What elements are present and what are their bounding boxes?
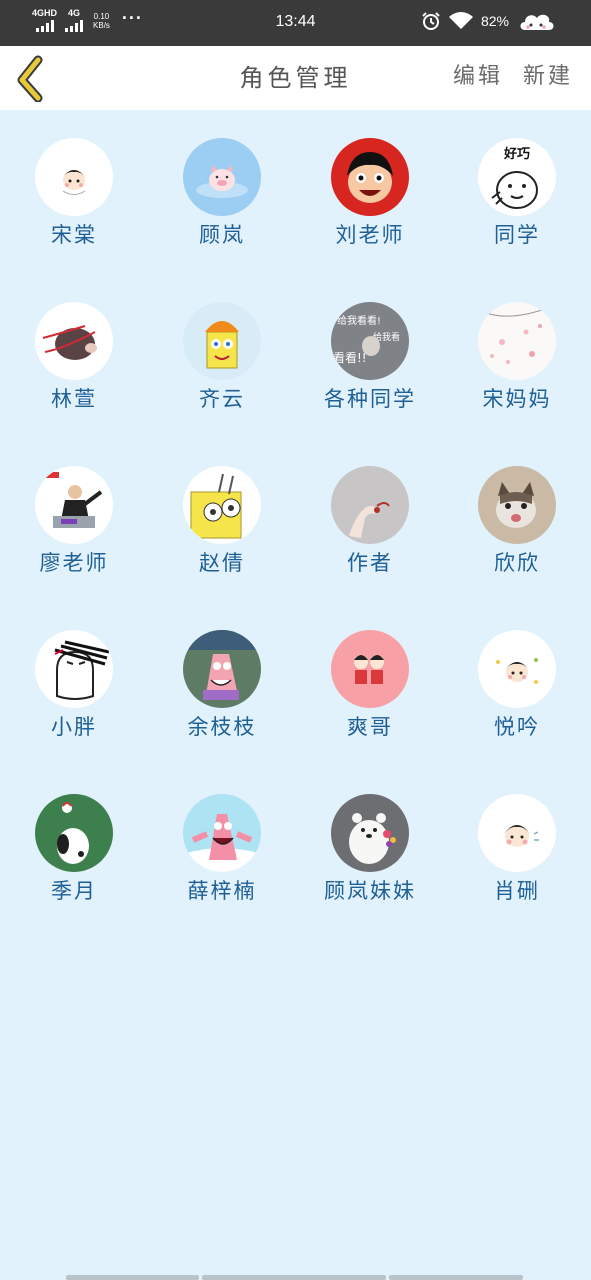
character-item[interactable]: 薛梓楠 bbox=[148, 766, 296, 930]
avatar-image bbox=[183, 630, 261, 708]
avatar-image bbox=[478, 302, 556, 380]
avatar: 好巧 bbox=[478, 138, 556, 216]
character-item[interactable]: 宋棠 bbox=[0, 110, 148, 274]
character-name: 薛梓楠 bbox=[187, 879, 257, 903]
character-name: 同学 bbox=[494, 223, 540, 247]
avatar bbox=[478, 466, 556, 544]
avatar bbox=[183, 794, 261, 872]
avatar bbox=[331, 466, 409, 544]
character-name: 刘老师 bbox=[335, 223, 405, 247]
character-name: 肖硎 bbox=[494, 879, 540, 903]
avatar bbox=[331, 794, 409, 872]
nav-bar: 角色管理 编辑 新建 bbox=[0, 46, 591, 110]
avatar-image: 给我看看!给我看看看!! bbox=[331, 302, 409, 380]
character-item[interactable]: 作者 bbox=[296, 438, 444, 602]
cloud-icon bbox=[520, 14, 554, 30]
avatar-image bbox=[183, 302, 261, 380]
avatar-image bbox=[183, 466, 261, 544]
edit-button[interactable]: 编辑 bbox=[453, 58, 503, 90]
wifi-icon bbox=[448, 12, 473, 29]
avatar-image bbox=[478, 794, 556, 872]
status-bar: 4GHD 4G 0.10 KB/s ··· 13:44 82% bbox=[0, 0, 591, 46]
avatar bbox=[331, 630, 409, 708]
character-item[interactable]: 爽哥 bbox=[296, 602, 444, 766]
back-button[interactable] bbox=[14, 54, 50, 103]
character-name: 齐云 bbox=[199, 387, 245, 411]
character-item[interactable]: 欣欣 bbox=[443, 438, 591, 602]
character-item[interactable]: 小胖 bbox=[0, 602, 148, 766]
avatar bbox=[35, 466, 113, 544]
character-item[interactable]: 刘老师 bbox=[296, 110, 444, 274]
character-name: 顾岚 bbox=[199, 223, 245, 247]
avatar-image bbox=[35, 302, 113, 380]
character-item[interactable]: 宋妈妈 bbox=[443, 274, 591, 438]
avatar-image bbox=[35, 138, 113, 216]
avatar-image bbox=[35, 794, 113, 872]
avatar bbox=[35, 302, 113, 380]
avatar-image bbox=[183, 794, 261, 872]
avatar-image bbox=[331, 138, 409, 216]
avatar-image bbox=[478, 630, 556, 708]
alarm-icon bbox=[422, 12, 440, 30]
character-item[interactable]: 余枝枝 bbox=[148, 602, 296, 766]
status-right: 82% bbox=[421, 10, 555, 32]
avatar-image bbox=[331, 466, 409, 544]
avatar bbox=[183, 302, 261, 380]
avatar bbox=[183, 138, 261, 216]
home-indicator bbox=[66, 1275, 526, 1280]
avatar-image bbox=[478, 466, 556, 544]
svg-text:给我看看!: 给我看看! bbox=[337, 314, 381, 327]
character-name: 廖老师 bbox=[39, 551, 109, 575]
character-item[interactable]: 廖老师 bbox=[0, 438, 148, 602]
character-item[interactable]: 顾岚妹妹 bbox=[296, 766, 444, 930]
avatar-image: 好巧 bbox=[478, 138, 556, 216]
avatar bbox=[478, 630, 556, 708]
avatar bbox=[35, 138, 113, 216]
character-name: 赵倩 bbox=[199, 551, 245, 575]
avatar bbox=[478, 794, 556, 872]
character-item[interactable]: 给我看看! 给我看 看看!! 各种同学 bbox=[296, 274, 444, 438]
svg-text:好巧: 好巧 bbox=[503, 146, 530, 162]
nav-actions: 编辑 新建 bbox=[453, 58, 573, 90]
avatar bbox=[35, 630, 113, 708]
character-item[interactable]: 肖硎 bbox=[443, 766, 591, 930]
character-name: 宋棠 bbox=[51, 223, 97, 247]
avatar-image bbox=[35, 466, 113, 544]
avatar bbox=[35, 794, 113, 872]
new-button[interactable]: 新建 bbox=[523, 58, 573, 90]
avatar bbox=[331, 138, 409, 216]
avatar-image bbox=[331, 794, 409, 872]
chevron-left-icon bbox=[17, 55, 43, 103]
character-item[interactable]: 季月 bbox=[0, 766, 148, 930]
avatar-image bbox=[183, 138, 261, 216]
avatar-image bbox=[35, 630, 113, 708]
character-item[interactable]: 悦吟 bbox=[443, 602, 591, 766]
avatar: 给我看看! 给我看 看看!! bbox=[331, 302, 409, 380]
character-name: 顾岚妹妹 bbox=[324, 879, 416, 903]
character-item[interactable]: 好巧 同学 bbox=[443, 110, 591, 274]
character-name: 季月 bbox=[51, 879, 97, 903]
character-name: 悦吟 bbox=[494, 715, 540, 739]
avatar-image bbox=[331, 630, 409, 708]
character-name: 小胖 bbox=[51, 715, 97, 739]
avatar bbox=[183, 466, 261, 544]
character-name: 作者 bbox=[347, 551, 393, 575]
character-name: 爽哥 bbox=[347, 715, 393, 739]
character-item[interactable]: 齐云 bbox=[148, 274, 296, 438]
avatar bbox=[478, 302, 556, 380]
battery-percent: 82% bbox=[480, 13, 509, 29]
character-item[interactable]: 林萱 bbox=[0, 274, 148, 438]
character-name: 林萱 bbox=[51, 387, 97, 411]
svg-text:看看!!: 看看!! bbox=[333, 351, 367, 365]
character-name: 余枝枝 bbox=[187, 715, 257, 739]
avatar bbox=[183, 630, 261, 708]
character-name: 宋妈妈 bbox=[482, 387, 552, 411]
character-name: 欣欣 bbox=[494, 551, 540, 575]
character-item[interactable]: 赵倩 bbox=[148, 438, 296, 602]
character-name: 各种同学 bbox=[324, 387, 416, 411]
character-item[interactable]: 顾岚 bbox=[148, 110, 296, 274]
